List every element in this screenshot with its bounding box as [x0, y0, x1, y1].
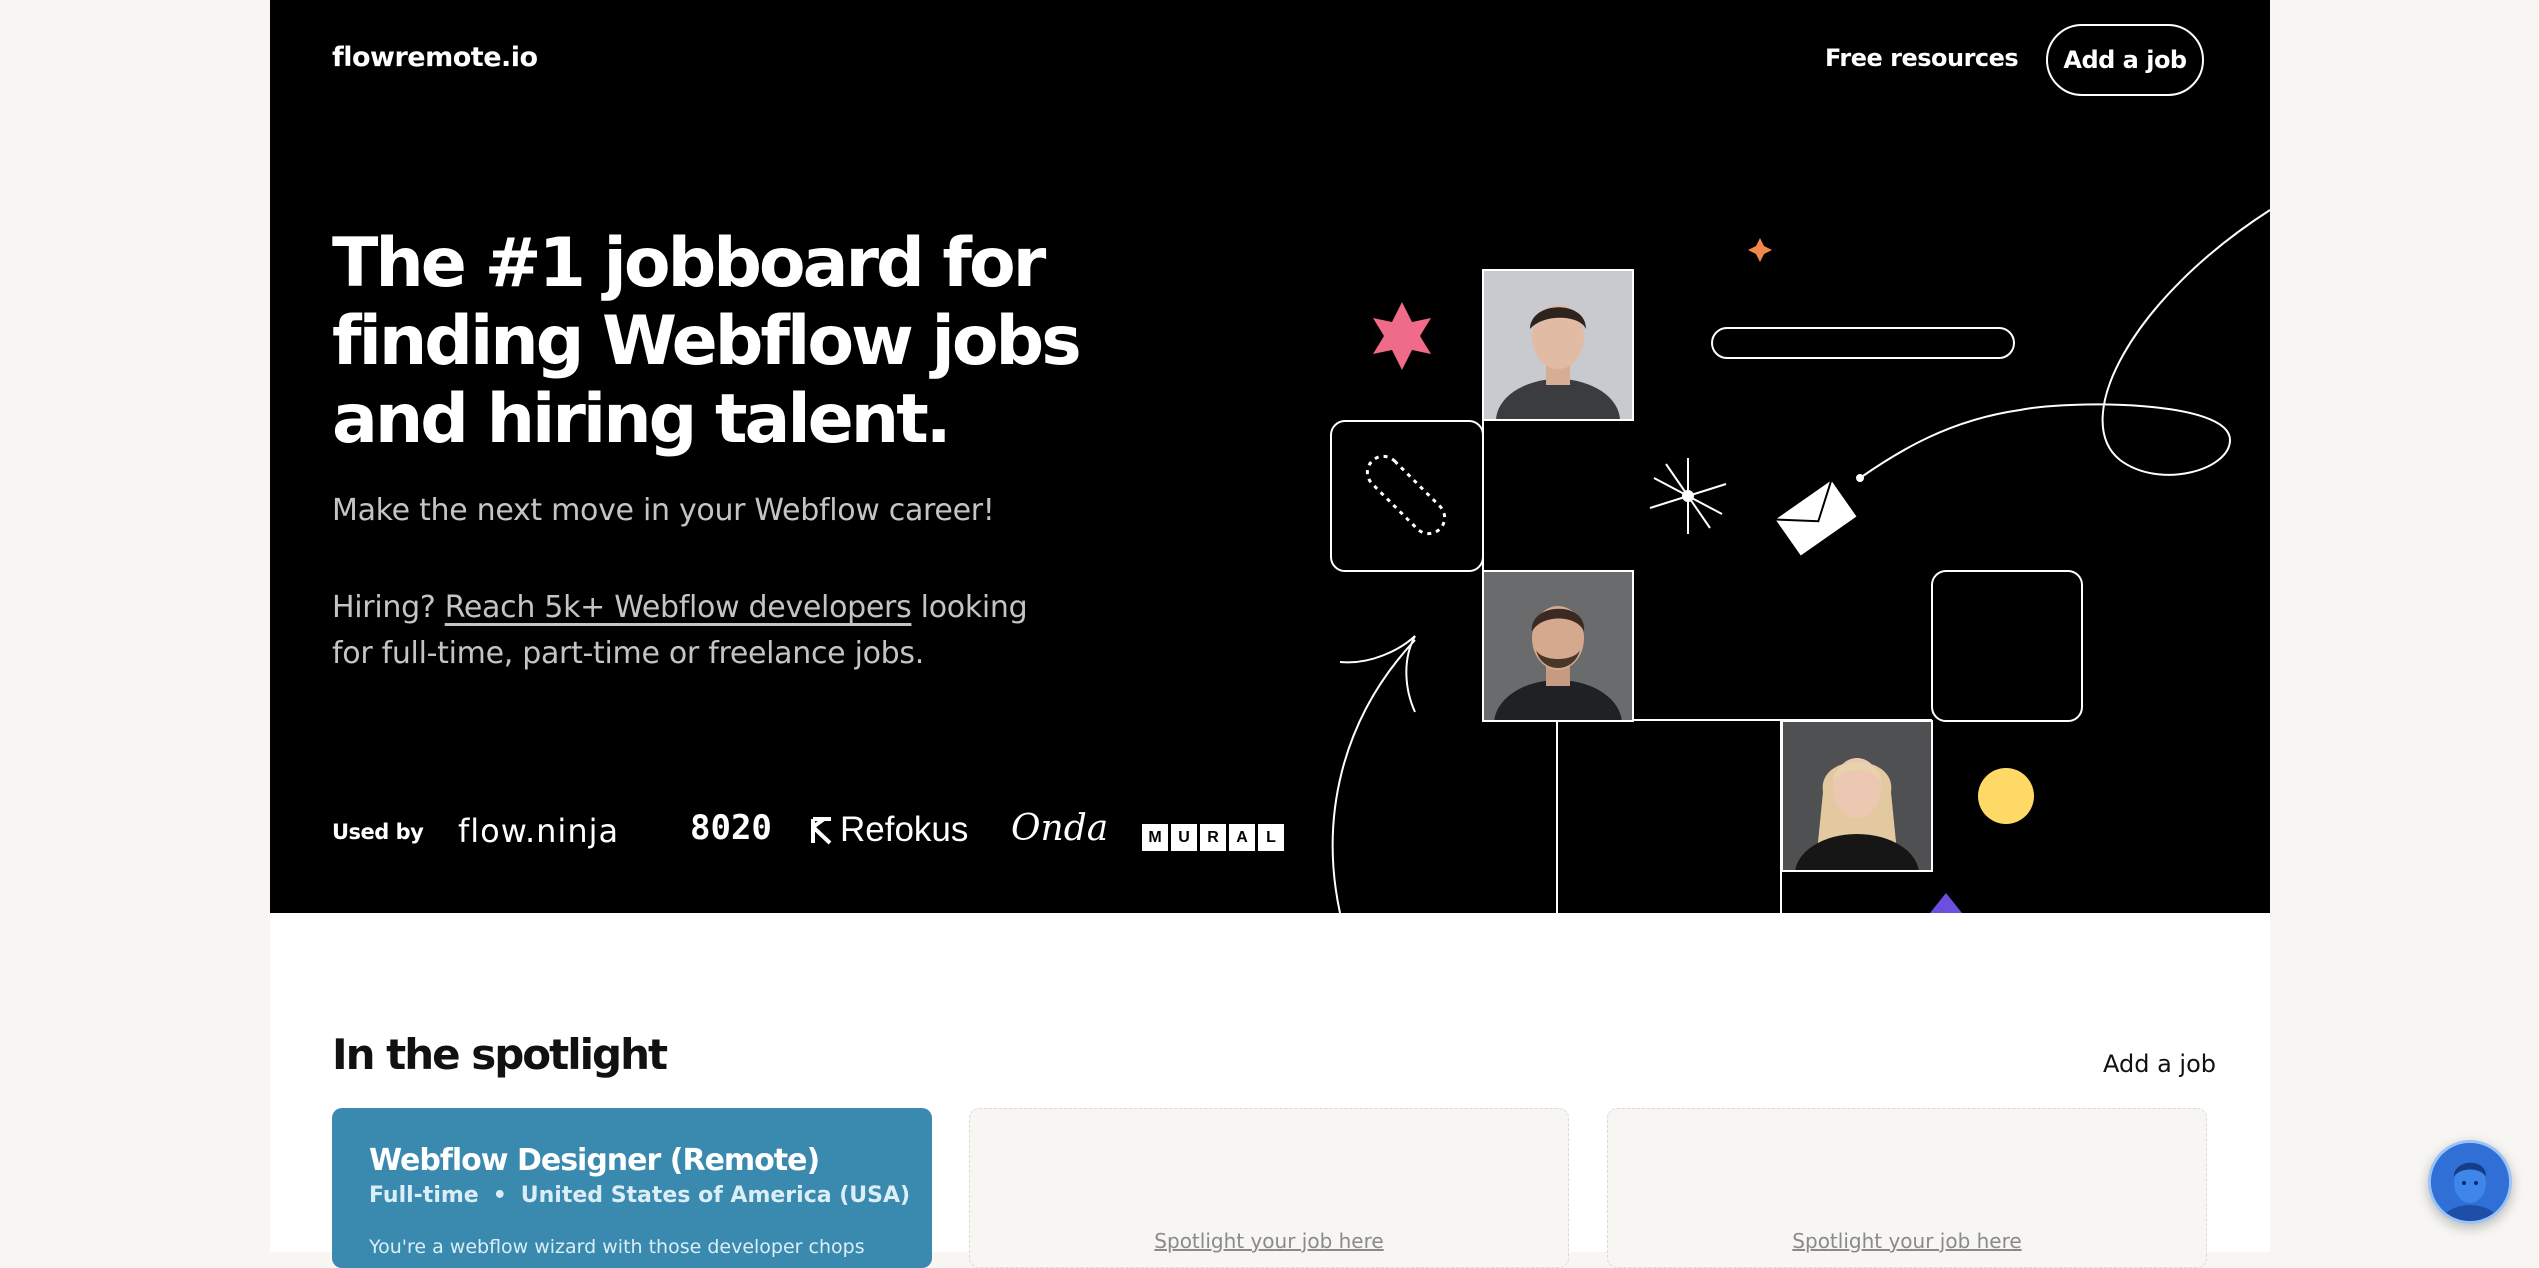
- orange-sparkle-icon: [1748, 238, 1772, 262]
- pill-shape: [1711, 327, 2015, 359]
- portrait-man-2: [1482, 570, 1634, 722]
- chat-widget-button[interactable]: [2428, 1140, 2512, 1224]
- burst-icon: [1649, 458, 1727, 534]
- job-meta: Full-time • United States of America (US…: [369, 1183, 910, 1208]
- job-title: Webflow Designer (Remote): [369, 1143, 820, 1178]
- spotlight-title: In the spotlight: [332, 1030, 668, 1079]
- portrait-man-1: [1482, 269, 1634, 421]
- hero-section: flowremote.io Free resources Add a job T…: [270, 0, 2270, 913]
- envelope-icon: [1775, 480, 1857, 556]
- grid-cell-top-left: [1330, 420, 1484, 572]
- spotlight-add-job-link[interactable]: Add a job: [2103, 1050, 2216, 1078]
- meta-separator: •: [492, 1183, 507, 1208]
- purple-triangle: [1930, 893, 1962, 913]
- hero-illustration: [1330, 209, 2270, 913]
- job-type: Full-time: [369, 1183, 479, 1208]
- featured-job-card[interactable]: Webflow Designer (Remote) Full-time • Un…: [332, 1108, 932, 1268]
- paperclip-icon: [1365, 454, 1447, 536]
- job-location: United States of America (USA): [520, 1183, 911, 1208]
- spotlight-your-job-link[interactable]: Spotlight your job here: [1608, 1229, 2206, 1253]
- loop-curve: [1859, 209, 2270, 479]
- portrait-woman: [1781, 720, 1933, 872]
- grid-cell-right: [1931, 570, 2083, 722]
- yellow-circle: [1978, 768, 2034, 824]
- page: flowremote.io Free resources Add a job T…: [270, 0, 2270, 1268]
- job-description: You're a webflow wizard with those devel…: [369, 1236, 865, 1258]
- envelope-tail-dot: [1856, 474, 1864, 482]
- chat-avatar-icon: [2431, 1143, 2509, 1221]
- spotlight-empty-slot: Spotlight your job here: [1607, 1108, 2207, 1268]
- spotlight-your-job-link[interactable]: Spotlight your job here: [970, 1229, 1568, 1253]
- spotlight-empty-slot: Spotlight your job here: [969, 1108, 1569, 1268]
- arrow-icon: [1331, 635, 1416, 913]
- pink-star-icon: [1373, 302, 1431, 370]
